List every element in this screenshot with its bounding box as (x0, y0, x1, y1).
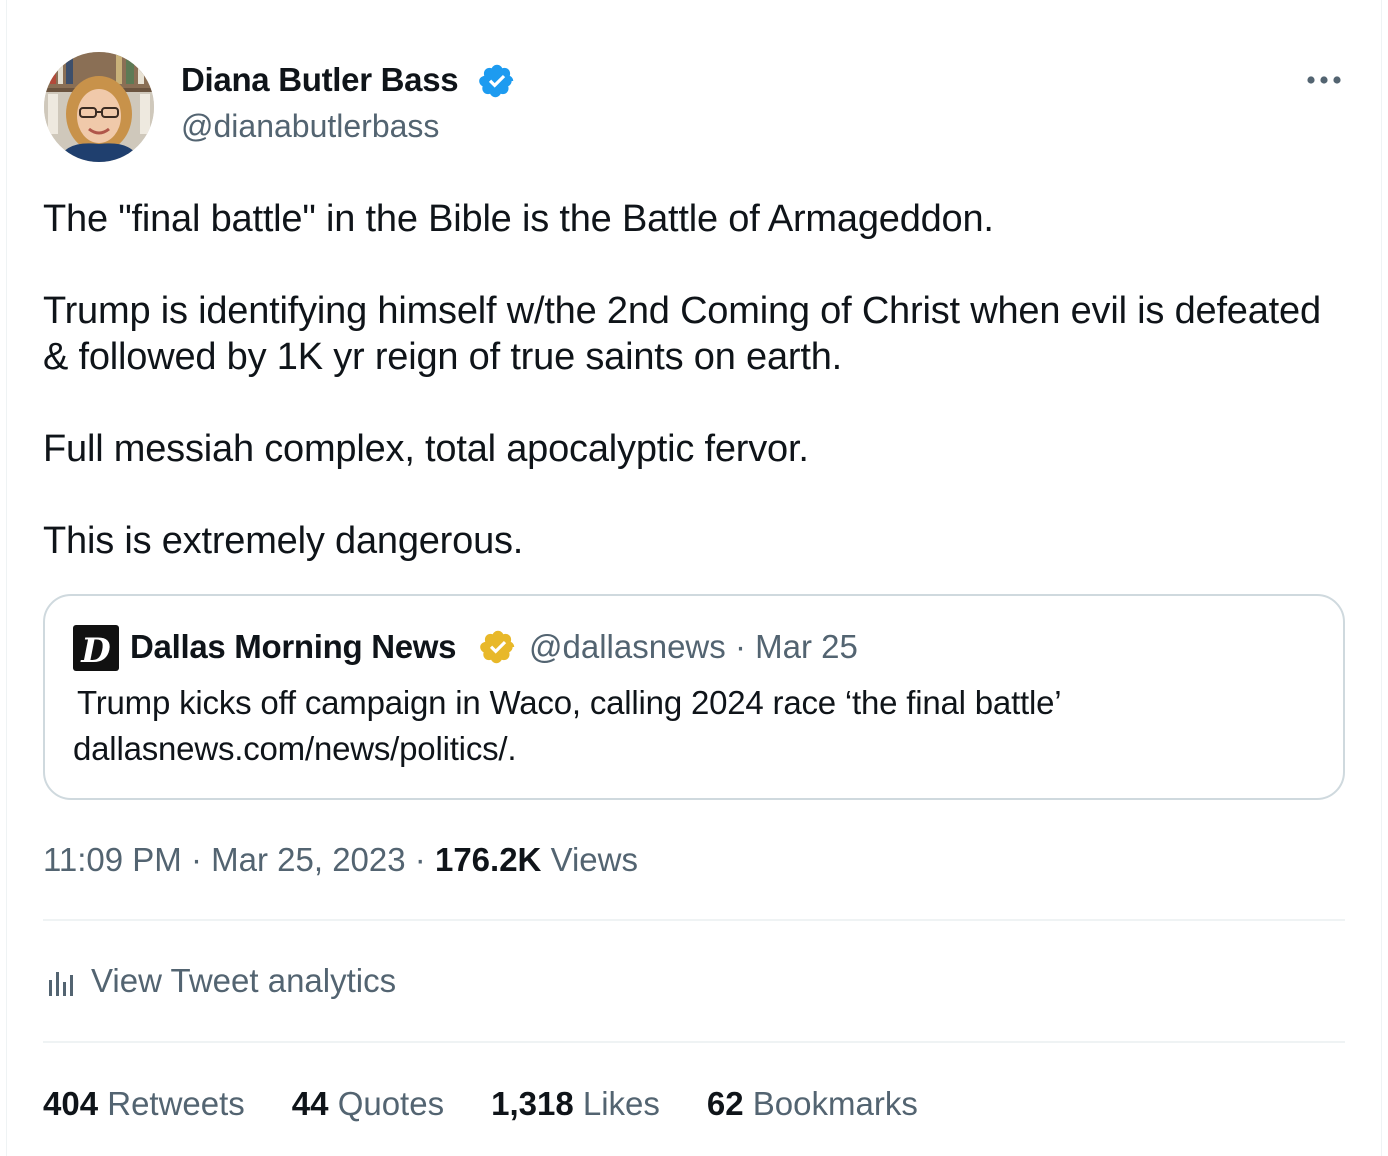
quoted-text-line: Trump kicks off campaign in Waco, callin… (77, 684, 1062, 721)
quoted-author-name: Dallas Morning News (130, 628, 457, 665)
meta-separator: · (414, 841, 426, 878)
bookmarks-stat[interactable]: 62 Bookmarks (707, 1082, 918, 1126)
tweet-text: The "final battle" in the Bible is the B… (43, 196, 1343, 564)
quoted-tweet-card[interactable]: D Dallas Morning News @dallasnews · Mar … (43, 594, 1345, 800)
verified-badge-icon[interactable] (478, 62, 516, 100)
tweet-paragraph: The "final battle" in the Bible is the B… (43, 198, 994, 240)
meta-separator: · (190, 841, 202, 878)
more-horizontal-icon (1307, 76, 1341, 84)
verified-org-badge-icon (480, 630, 515, 664)
quoted-link: dallasnews.com/news/politics/. (73, 730, 517, 767)
tweet-paragraph: Trump is identifying himself w/the 2nd C… (43, 290, 1321, 378)
svg-text:D: D (80, 631, 111, 671)
stat-label: Quotes (337, 1085, 445, 1122)
retweets-stat[interactable]: 404 Retweets (43, 1082, 245, 1126)
stat-count: 62 (706, 1085, 744, 1122)
meta-separator: · (734, 628, 746, 665)
divider (43, 1041, 1345, 1043)
likes-stat[interactable]: 1,318 Likes (491, 1082, 660, 1126)
quoted-handle: @dallasnews (529, 628, 726, 665)
view-analytics-button[interactable]: View Tweet analytics (43, 958, 396, 1004)
author-name[interactable]: Diana Butler Bass (181, 60, 459, 100)
quoted-meta: @dallasnews · Mar 25 (529, 626, 858, 668)
tweet-paragraph: Full messiah complex, total apocalyptic … (43, 428, 809, 470)
stat-count: 44 (291, 1085, 329, 1122)
tweet-meta: 11:09 PM · Mar 25, 2023 · 176.2K Views (43, 838, 638, 882)
stat-label: Bookmarks (752, 1085, 918, 1122)
tweet-date[interactable]: Mar 25, 2023 (211, 841, 405, 878)
stat-count: 1,318 (491, 1085, 574, 1122)
tweet-paragraph: This is extremely dangerous. (43, 520, 524, 562)
divider (43, 919, 1345, 921)
dallas-news-logo-icon: D (73, 625, 119, 671)
views-count: 176.2K (434, 841, 542, 878)
author-handle[interactable]: @dianabutlerbass (181, 106, 439, 146)
stat-count: 404 (43, 1085, 99, 1122)
quoted-text: Trump kicks off campaign in Waco, callin… (73, 680, 1303, 772)
quotes-stat[interactable]: 44 Quotes (292, 1082, 444, 1126)
author-avatar[interactable] (44, 52, 154, 162)
engagement-stats: 404 Retweets 44 Quotes 1,318 Likes 62 Bo… (43, 1082, 918, 1126)
quoted-date: Mar 25 (755, 628, 858, 665)
analytics-label: View Tweet analytics (91, 962, 397, 999)
bar-chart-icon (49, 972, 73, 996)
more-options-button[interactable] (1300, 58, 1348, 102)
stat-label: Likes (582, 1085, 660, 1122)
views-label: Views (550, 841, 638, 878)
tweet-time[interactable]: 11:09 PM (43, 841, 182, 878)
stat-label: Retweets (107, 1085, 245, 1122)
